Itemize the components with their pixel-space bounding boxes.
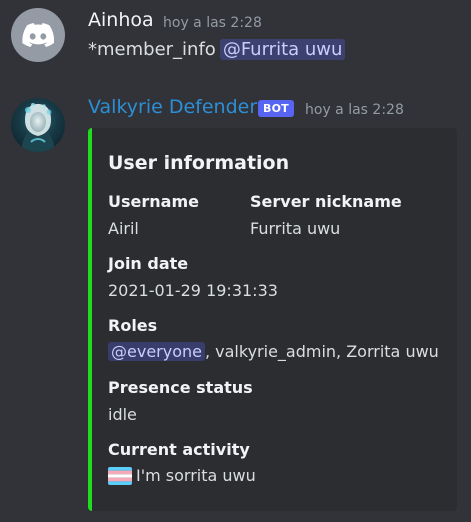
field-username-value: Airil — [108, 219, 139, 238]
everyone-mention[interactable]: @everyone — [108, 342, 205, 361]
message-timestamp: hoy a las 2:28 — [305, 102, 404, 118]
command-text: *member_info — [88, 39, 216, 60]
user-mention[interactable]: @Furrita uwu — [219, 39, 346, 60]
activity-text: I'm sorrita uwu — [136, 466, 256, 485]
field-nickname-label: Server nickname — [250, 192, 402, 211]
field-roles-label: Roles — [108, 316, 158, 335]
message-content: *member_info @Furrita uwu — [88, 39, 346, 60]
author-name[interactable]: Ainhoa — [88, 9, 154, 31]
field-activity-label: Current activity — [108, 440, 250, 459]
discord-logo-icon — [22, 23, 54, 47]
field-join-value: 2021-01-29 19:31:33 — [108, 281, 278, 300]
field-join-label: Join date — [108, 254, 189, 273]
bot-badge: BOT — [258, 100, 294, 117]
field-username-label: Username — [108, 192, 199, 211]
user-info-embed: User information Username Airil Server n… — [88, 128, 457, 511]
field-roles-value: @everyone , valkyrie_admin, Zorrita uwu — [108, 342, 439, 361]
field-presence-label: Presence status — [108, 378, 253, 397]
embed-title: User information — [108, 152, 290, 174]
field-presence-value: idle — [108, 405, 137, 424]
field-nickname-value: Furrita uwu — [250, 219, 341, 238]
field-activity-value: I'm sorrita uwu — [108, 466, 256, 485]
transgender-flag-icon — [108, 466, 132, 485]
valkyrie-portrait-icon — [21, 103, 55, 152]
bot-name[interactable]: Valkyrie Defender — [88, 96, 257, 118]
bot-avatar[interactable] — [11, 98, 65, 152]
roles-list: , valkyrie_admin, Zorrita uwu — [204, 342, 439, 361]
user-avatar[interactable] — [11, 8, 65, 62]
message-timestamp: hoy a las 2:28 — [163, 15, 262, 31]
